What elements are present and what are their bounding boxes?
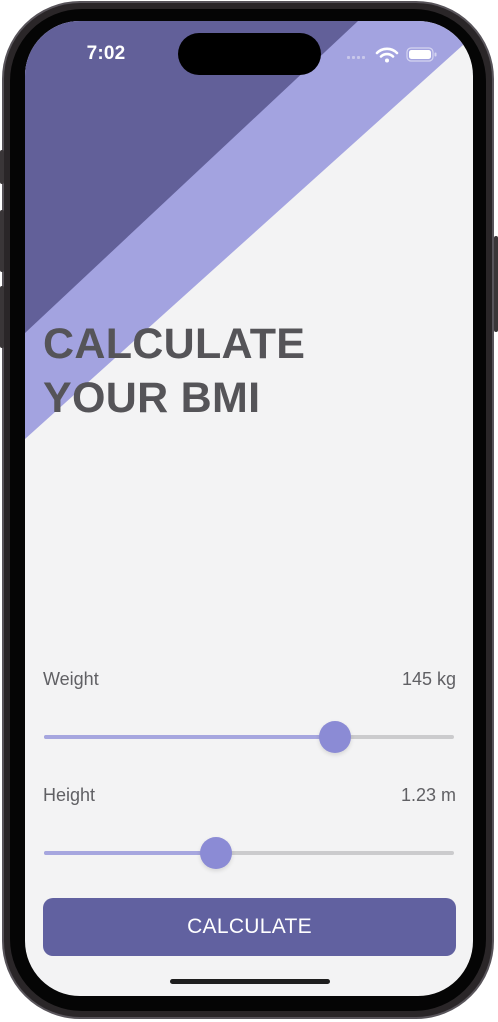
height-slider-fill (44, 851, 217, 855)
volume-up-button (0, 210, 4, 272)
title-line-1: CALCULATE (43, 320, 306, 368)
height-slider-thumb[interactable] (200, 837, 233, 869)
status-time: 7:02 (86, 43, 126, 64)
home-indicator[interactable] (170, 979, 330, 984)
weight-value: 145 kg (401, 669, 456, 689)
signal-icon (347, 56, 365, 59)
title-line-2: YOUR BMI (43, 374, 261, 422)
height-value: 1.23 m (400, 785, 456, 805)
height-slider[interactable] (44, 836, 454, 870)
status-bar: 7:02 (25, 21, 473, 85)
calculate-button[interactable]: CALCULATE (43, 898, 456, 956)
status-icons (347, 47, 437, 63)
weight-label: Weight (43, 669, 99, 689)
battery-icon (406, 47, 437, 62)
volume-down-button (0, 286, 4, 348)
weight-slider-fill (44, 735, 336, 739)
dynamic-island (178, 33, 321, 75)
weight-slider-thumb[interactable] (319, 721, 352, 753)
wifi-icon (375, 47, 399, 63)
action-button (0, 150, 4, 184)
page-title: CALCULATE YOUR BMI (43, 317, 443, 425)
height-label: Height (43, 785, 96, 805)
weight-slider[interactable] (44, 720, 454, 754)
app-screen: 7:02 CALCULATE YOUR BMI Weight 145 kg He… (25, 21, 473, 996)
power-button (494, 236, 498, 332)
